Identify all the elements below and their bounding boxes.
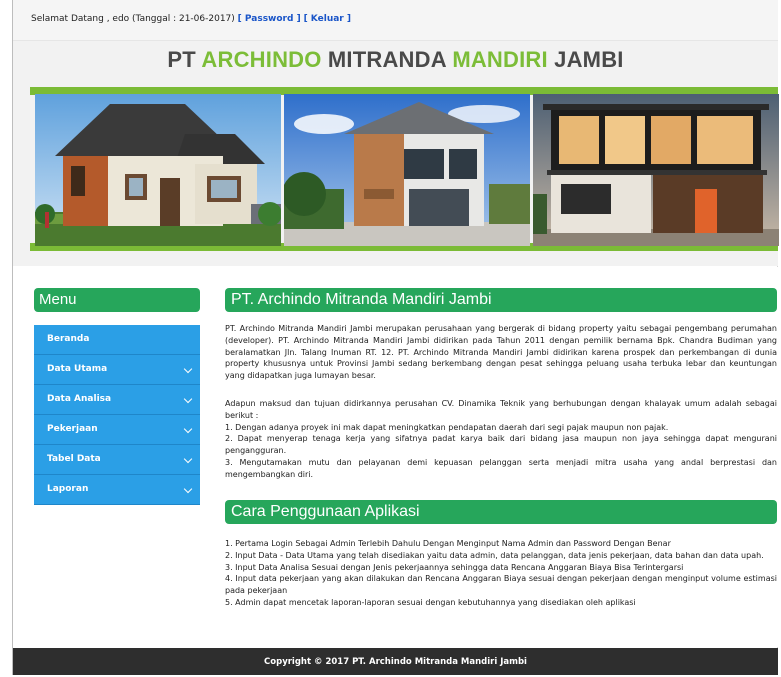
chevron-down-icon (183, 364, 193, 374)
usage-step: 1. Pertama Login Sebagai Admin Terlebih … (225, 539, 671, 548)
menu-item-laporan[interactable]: Laporan (34, 475, 200, 505)
house-photo-3 (533, 94, 779, 246)
chevron-down-icon (183, 394, 193, 404)
about-heading: PT. Archindo Mitranda Mandiri Jambi (225, 288, 777, 312)
menu-heading: Menu (34, 288, 200, 312)
menu-item-label: Data Analisa (47, 394, 112, 404)
title-part-3: MITRANDA (321, 47, 453, 72)
title-part-1: PT (167, 47, 202, 72)
goal-item: 3. Mengutamakan mutu dan pelayanan demi … (225, 457, 777, 479)
menu-item-label: Pekerjaan (47, 424, 98, 434)
menu-item-data-utama[interactable]: Data Utama (34, 355, 200, 385)
copyright-text: Copyright © 2017 PT. Archindo Mitranda M… (264, 657, 527, 667)
menu-item-pekerjaan[interactable]: Pekerjaan (34, 415, 200, 445)
site-header: PT ARCHINDO MITRANDA MANDIRI JAMBI (13, 41, 779, 266)
footer: Copyright © 2017 PT. Archindo Mitranda M… (13, 648, 778, 675)
chevron-down-icon (183, 424, 193, 434)
usage-step: 3. Input Data Analisa Sesuai dengan Jeni… (225, 562, 684, 572)
main-content: Menu Beranda Data Utama Data Analisa Pek… (13, 267, 778, 647)
usage-step: 2. Input Data - Data Utama yang telah di… (225, 550, 764, 560)
usage-heading: Cara Penggunaan Aplikasi (225, 500, 777, 524)
password-link[interactable]: [ Password ] (238, 14, 301, 24)
goal-item: 1. Dengan adanya proyek ini mak dapat me… (225, 422, 669, 432)
house-photo-2 (284, 94, 530, 246)
welcome-text: Selamat Datang , edo (Tanggal : 21-06-20… (31, 14, 235, 24)
menu-item-label: Tabel Data (47, 454, 101, 464)
welcome-line: Selamat Datang , edo (Tanggal : 21-06-20… (31, 14, 351, 24)
menu-item-data-analisa[interactable]: Data Analisa (34, 385, 200, 415)
usage-step: 4. Input data pekerjaan yang akan dilaku… (225, 574, 777, 596)
about-paragraph: PT. Archindo Mitranda Mandiri Jambi meru… (225, 324, 777, 381)
title-part-4: MANDIRI (452, 47, 548, 72)
menu-item-tabel-data[interactable]: Tabel Data (34, 445, 200, 475)
sidebar-menu: Beranda Data Utama Data Analisa Pekerjaa… (34, 325, 200, 505)
menu-item-label: Data Utama (47, 364, 108, 374)
site-title: PT ARCHINDO MITRANDA MANDIRI JAMBI (13, 47, 778, 73)
title-part-2: ARCHINDO (201, 47, 322, 72)
menu-item-beranda[interactable]: Beranda (34, 325, 200, 355)
logout-link[interactable]: [ Keluar ] (304, 14, 351, 24)
menu-item-label: Laporan (47, 484, 89, 494)
about-goals: Adapun maksud dan tujuan didirkannya per… (225, 398, 777, 481)
title-part-5: JAMBI (547, 47, 624, 72)
usage-step: 5. Admin dapat mencetak laporan-laporan … (225, 597, 636, 607)
goal-item: 2. Dapat menyerap tenaga kerja yang sifa… (225, 434, 777, 456)
chevron-down-icon (183, 454, 193, 464)
menu-item-label: Beranda (47, 334, 90, 344)
top-bar: Selamat Datang , edo (Tanggal : 21-06-20… (13, 0, 778, 41)
house-photo-1 (35, 94, 281, 246)
chevron-down-icon (183, 484, 193, 494)
goals-intro: Adapun maksud dan tujuan didirkannya per… (225, 399, 777, 420)
usage-steps: 1. Pertama Login Sebagai Admin Terlebih … (225, 538, 777, 609)
banner (35, 94, 779, 246)
